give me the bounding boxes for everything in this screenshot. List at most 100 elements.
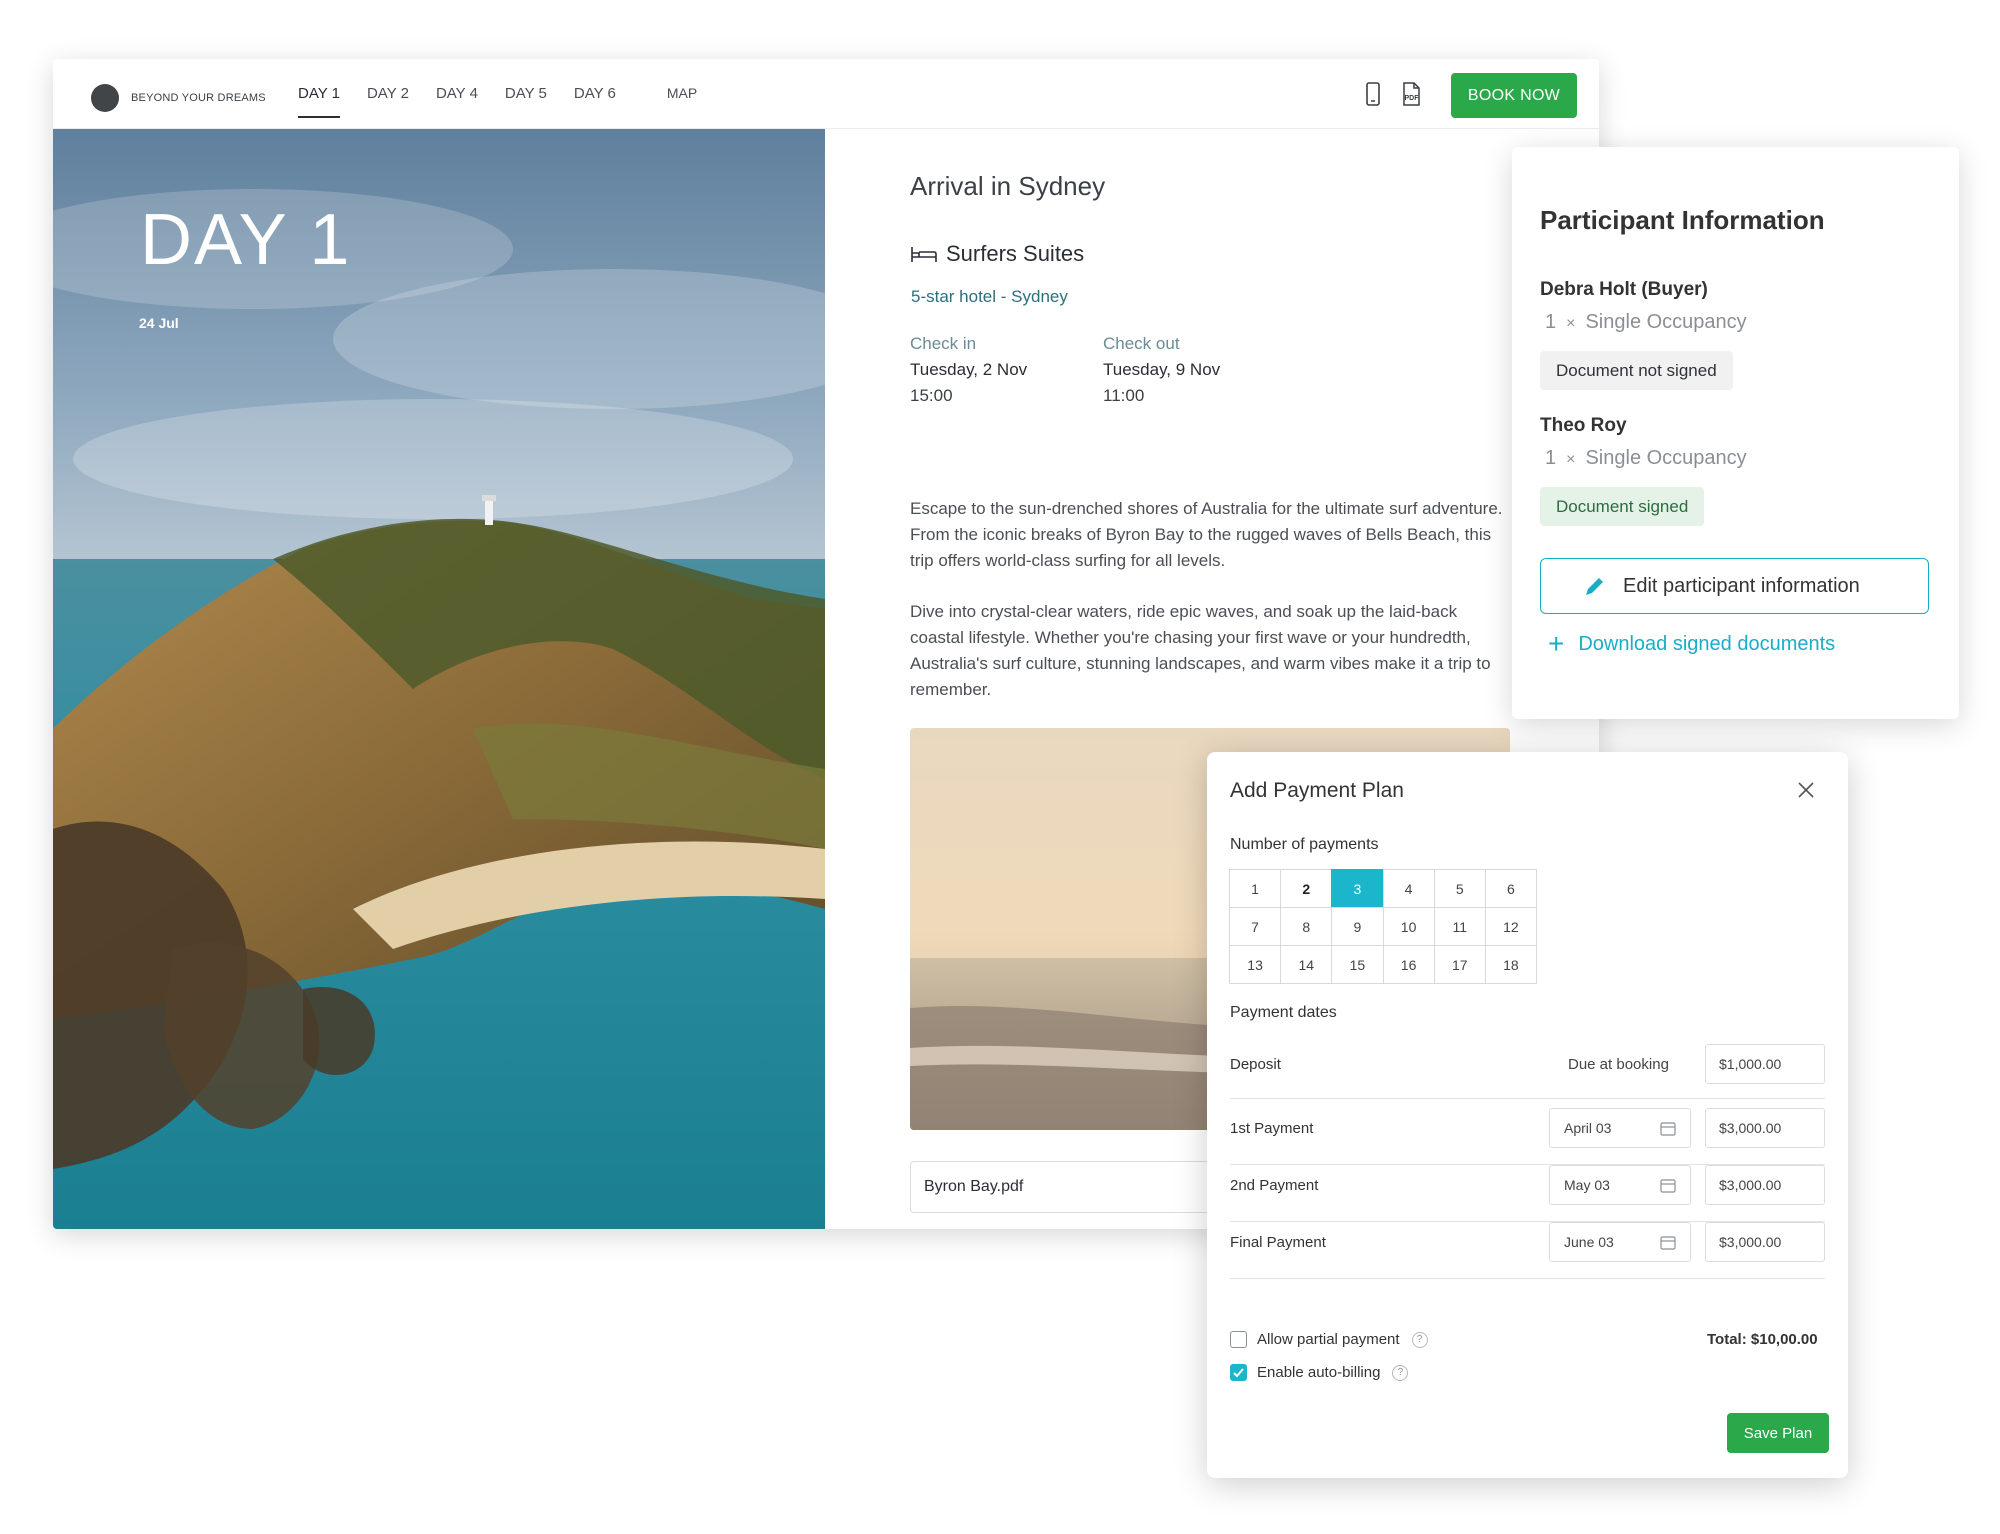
payment-due-text: Due at booking	[1568, 1056, 1669, 1073]
payment-row-label: 1st Payment	[1230, 1120, 1314, 1137]
book-now-button[interactable]: BOOK NOW	[1451, 73, 1577, 118]
tab-day-1[interactable]: DAY 1	[298, 59, 340, 129]
payment-row-deposit: Deposit Due at booking $1,000.00	[1230, 1044, 1825, 1099]
payment-count-option[interactable]: 4	[1382, 869, 1435, 908]
payment-amount-input[interactable]: $1,000.00	[1705, 1044, 1825, 1084]
hotel-name: Surfers Suites	[946, 241, 1085, 266]
tab-day-2[interactable]: DAY 2	[367, 59, 409, 129]
checkmark-icon	[1233, 1368, 1244, 1378]
participant-occupancy: 1 × Single Occupancy	[1545, 447, 1747, 470]
payment-date-input[interactable]: April 03	[1549, 1108, 1691, 1148]
pdf-download-icon[interactable]: PDF	[1399, 81, 1423, 107]
occupancy-room: Single Occupancy	[1585, 311, 1747, 333]
enable-auto-billing-row: Enable auto-billing ?	[1230, 1364, 1409, 1381]
payment-count-option[interactable]: 6	[1484, 869, 1537, 908]
download-signed-documents-label: Download signed documents	[1578, 632, 1836, 655]
payment-count-option[interactable]: 2	[1280, 869, 1333, 908]
check-out-time: 11:00	[1103, 386, 1145, 405]
download-signed-documents-link[interactable]: + Download signed documents	[1548, 630, 1835, 658]
bed-icon	[911, 247, 937, 262]
payment-count-option[interactable]: 7	[1229, 907, 1282, 946]
edit-participant-label: Edit participant information	[1623, 574, 1860, 597]
payment-count-option[interactable]: 1	[1229, 869, 1282, 908]
save-plan-button[interactable]: Save Plan	[1727, 1413, 1829, 1453]
day-description-1: Escape to the sun-drenched shores of Aus…	[910, 499, 1503, 570]
calendar-icon	[1660, 1179, 1676, 1193]
payment-date-input[interactable]: May 03	[1549, 1165, 1691, 1205]
check-in-date: Tuesday, 2 Nov	[910, 360, 1028, 379]
occupancy-times: ×	[1566, 315, 1576, 332]
payment-row-label: Deposit	[1230, 1056, 1281, 1073]
hero-photo: DAY 1 24 Jul	[53, 129, 825, 1229]
hotel-subtitle: 5-star hotel - Sydney	[911, 287, 1068, 306]
allow-partial-payment-label: Allow partial payment	[1257, 1331, 1400, 1348]
mobile-phone-icon[interactable]	[1361, 81, 1385, 107]
payment-row-label: Final Payment	[1230, 1234, 1326, 1251]
participant-card-title: Participant Information	[1540, 205, 1825, 235]
payment-date-value: June 03	[1564, 1234, 1614, 1250]
participant-name: Theo Roy	[1540, 415, 1627, 436]
payment-row-2nd: 2nd Payment May 03 $3,000.00	[1230, 1165, 1825, 1222]
payment-date-value: May 03	[1564, 1177, 1610, 1193]
number-of-payments-label: Number of payments	[1230, 836, 1379, 853]
occupancy-quantity: 1	[1545, 311, 1557, 333]
payment-count-option[interactable]: 8	[1280, 907, 1333, 946]
enable-auto-billing-checkbox[interactable]	[1230, 1364, 1247, 1381]
payment-dates-label: Payment dates	[1230, 1004, 1337, 1021]
check-out-date: Tuesday, 9 Nov	[1103, 360, 1221, 379]
brand[interactable]: BEYOND YOUR DREAMS	[91, 84, 266, 112]
brand-name: BEYOND YOUR DREAMS	[131, 92, 266, 104]
tab-map[interactable]: MAP	[667, 59, 697, 129]
check-out-label: Check out	[1103, 334, 1180, 353]
payment-count-option[interactable]: 5	[1433, 869, 1486, 908]
payment-count-option[interactable]: 12	[1484, 907, 1537, 946]
payment-count-option[interactable]: 11	[1433, 907, 1486, 946]
check-in-label: Check in	[910, 334, 977, 353]
help-icon[interactable]: ?	[1411, 1331, 1428, 1348]
payment-row-label: 2nd Payment	[1230, 1177, 1319, 1194]
tab-day-5[interactable]: DAY 5	[505, 59, 547, 129]
occupancy-room: Single Occupancy	[1585, 447, 1747, 469]
hero-day-label: DAY 1	[140, 200, 352, 280]
payment-row-1st: 1st Payment April 03 $3,000.00	[1230, 1108, 1825, 1165]
help-icon[interactable]: ?	[1392, 1364, 1409, 1381]
payment-count-option[interactable]: 9	[1331, 907, 1384, 946]
occupancy-quantity: 1	[1545, 447, 1557, 469]
payment-amount-input[interactable]: $3,000.00	[1705, 1165, 1825, 1205]
payment-count-option[interactable]: 18	[1484, 945, 1537, 984]
payment-count-option[interactable]: 10	[1382, 907, 1435, 946]
document-status-badge: Document signed	[1540, 487, 1705, 526]
day-description-2: Dive into crystal-clear waters, ride epi…	[910, 602, 1491, 699]
payment-date-input[interactable]: June 03	[1549, 1222, 1691, 1262]
plus-icon: +	[1548, 628, 1565, 659]
hero-date: 24 Jul	[139, 315, 179, 331]
headland-landscape-image	[53, 129, 825, 1229]
brand-logo	[91, 84, 119, 112]
payment-count-option[interactable]: 17	[1433, 945, 1486, 984]
tab-day-6[interactable]: DAY 6	[574, 59, 616, 129]
check-out: Check out Tuesday, 9 Nov 11:00	[1103, 334, 1220, 406]
calendar-icon	[1660, 1236, 1676, 1250]
add-payment-plan-modal: Add Payment Plan Number of payments 1 2 …	[1207, 752, 1848, 1478]
payment-total: Total: $10,00.00	[1707, 1331, 1818, 1348]
payment-amount-input[interactable]: $3,000.00	[1705, 1108, 1825, 1148]
payment-row-final: Final Payment June 03 $3,000.00	[1230, 1222, 1825, 1279]
payment-count-option[interactable]: 13	[1229, 945, 1282, 984]
number-of-payments-grid: 1 2 3 4 5 6 7 8 9 10 11 12 13 14 15 16 1…	[1229, 869, 1537, 984]
allow-partial-payment-checkbox[interactable]	[1230, 1331, 1247, 1348]
payment-count-option[interactable]: 14	[1280, 945, 1333, 984]
calendar-icon	[1660, 1122, 1676, 1136]
payment-amount-input[interactable]: $3,000.00	[1705, 1222, 1825, 1262]
close-icon[interactable]	[1796, 780, 1816, 800]
payment-count-option[interactable]: 16	[1382, 945, 1435, 984]
payment-date-value: April 03	[1564, 1120, 1612, 1136]
tab-day-4[interactable]: DAY 4	[436, 59, 478, 129]
edit-participant-button[interactable]: Edit participant information	[1540, 558, 1929, 614]
occupancy-times: ×	[1566, 451, 1576, 468]
check-in-time: 15:00	[910, 386, 953, 405]
payment-count-option[interactable]: 15	[1331, 945, 1384, 984]
enable-auto-billing-label: Enable auto-billing	[1257, 1364, 1381, 1381]
allow-partial-payment-row: Allow partial payment ?	[1230, 1331, 1428, 1348]
top-navigation-bar: BEYOND YOUR DREAMS DAY 1 DAY 2 DAY 4 DAY…	[53, 59, 1599, 129]
payment-count-option-selected[interactable]: 3	[1331, 869, 1384, 908]
